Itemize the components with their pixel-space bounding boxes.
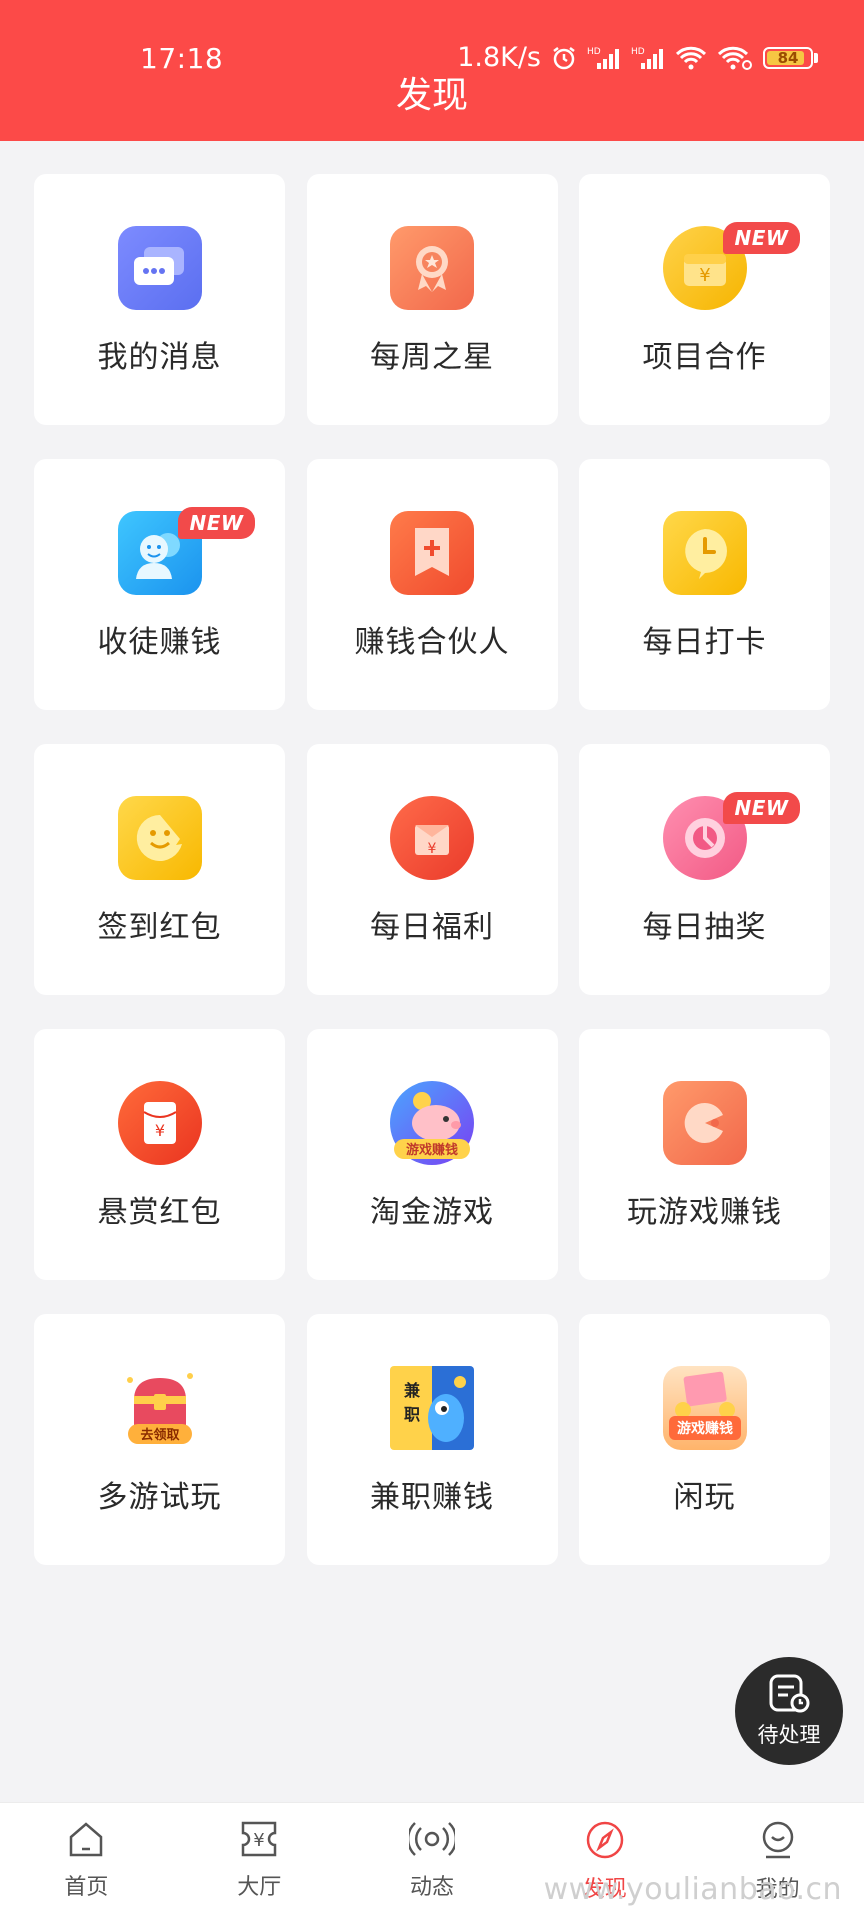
page-title: 发现 xyxy=(395,75,468,116)
feature-card[interactable]: 去领取 多游试玩 xyxy=(34,1314,285,1565)
feature-label: 每日抽奖 xyxy=(642,910,767,945)
feature-label: 收徒赚钱 xyxy=(97,625,222,660)
new-badge: NEW xyxy=(177,507,256,539)
recruit-icon: NEW xyxy=(117,507,256,595)
coins-icon: 游戏赚钱 xyxy=(662,1366,747,1450)
feature-label: 玩游戏赚钱 xyxy=(627,1195,782,1230)
compass-icon xyxy=(584,1819,626,1865)
new-badge: NEW xyxy=(722,222,801,254)
feature-card[interactable]: 赚钱合伙人 xyxy=(306,459,558,710)
nav-item-home[interactable]: 首页 xyxy=(0,1803,173,1920)
feature-label: 淘金游戏 xyxy=(370,1195,494,1230)
svg-text:¥: ¥ xyxy=(699,265,710,286)
svg-text:职: 职 xyxy=(404,1405,420,1424)
gold-pig-icon: 游戏赚钱 xyxy=(390,1081,474,1165)
partner-icon xyxy=(390,511,474,595)
feature-label: 每日福利 xyxy=(370,910,494,945)
broadcast-icon xyxy=(406,1819,458,1863)
feature-card[interactable]: ¥ 悬赏红包 xyxy=(34,1029,285,1280)
feature-card[interactable]: 游戏赚钱 淘金游戏 xyxy=(306,1029,558,1280)
feature-card[interactable]: 游戏赚钱 闲玩 xyxy=(579,1314,830,1565)
clock-icon xyxy=(662,511,747,595)
svg-text:¥: ¥ xyxy=(253,1830,264,1851)
feature-label: 悬赏红包 xyxy=(97,1195,222,1230)
feature-card[interactable]: 签到红包 xyxy=(34,744,285,995)
pending-button[interactable]: 待处理 xyxy=(735,1657,843,1765)
feature-label: 签到红包 xyxy=(97,910,222,945)
pending-task-icon xyxy=(769,1674,810,1713)
nav-item-broadcast[interactable]: 动态 xyxy=(346,1803,519,1920)
feature-card[interactable]: 玩游戏赚钱 xyxy=(579,1029,830,1280)
pending-label: 待处理 xyxy=(757,1723,821,1747)
treasure-chest-icon: 去领取 xyxy=(118,1366,202,1450)
feature-card[interactable]: NEW 每日抽奖 xyxy=(579,744,830,995)
feature-card[interactable]: 兼职兼职赚钱 xyxy=(306,1314,558,1565)
red-envelope-icon: ¥ xyxy=(117,1081,202,1165)
header-bar: 17:18 1.8K/s HD HD 84 发现 xyxy=(0,0,864,141)
gift-envelope-icon: ¥ xyxy=(390,796,474,880)
feature-label: 项目合作 xyxy=(642,340,767,375)
medal-icon xyxy=(390,226,474,310)
parttime-icon: 兼职 xyxy=(390,1366,474,1450)
svg-text:兼: 兼 xyxy=(404,1381,420,1400)
user-icon xyxy=(757,1819,799,1865)
svg-text:HD: HD xyxy=(631,47,645,57)
feature-label: 每周之星 xyxy=(370,340,494,375)
svg-text:¥: ¥ xyxy=(154,1121,164,1140)
svg-text:游戏赚钱: 游戏赚钱 xyxy=(677,1420,733,1437)
lottery-icon: NEW xyxy=(662,792,801,880)
new-badge: NEW xyxy=(722,792,801,824)
battery-level: 84 xyxy=(777,48,799,67)
feature-card[interactable]: NEW 收徒赚钱 xyxy=(34,459,285,710)
feature-card[interactable]: 我的消息 xyxy=(34,174,285,425)
feature-label: 闲玩 xyxy=(673,1480,736,1515)
feature-card[interactable]: 每周之星 xyxy=(306,174,558,425)
feature-label: 每日打卡 xyxy=(642,625,767,660)
svg-text:HD: HD xyxy=(587,47,601,57)
svg-text:游戏赚钱: 游戏赚钱 xyxy=(406,1142,458,1158)
feature-card[interactable]: 每日打卡 xyxy=(579,459,830,710)
home-icon xyxy=(66,1819,106,1863)
feature-label: 多游试玩 xyxy=(97,1480,222,1515)
chat-bubbles-icon xyxy=(117,226,202,310)
feature-grid: 我的消息 每周之星 ¥ NEW 项目合作 NEW 收徒赚钱 赚钱合伙人 每日打卡签到红包 ¥ 每日福… xyxy=(34,174,830,1565)
feature-card[interactable]: ¥ 每日福利 xyxy=(306,744,558,995)
feature-card[interactable]: ¥ NEW 项目合作 xyxy=(579,174,830,425)
feature-label: 兼职赚钱 xyxy=(370,1480,494,1515)
nav-label: 首页 xyxy=(64,1875,109,1900)
svg-text:去领取: 去领取 xyxy=(140,1427,180,1443)
feature-label: 我的消息 xyxy=(97,340,222,375)
nav-label: 动态 xyxy=(409,1875,454,1900)
svg-text:¥: ¥ xyxy=(428,841,437,857)
cooperation-icon: ¥ NEW xyxy=(662,222,801,310)
hall-icon: ¥ xyxy=(238,1819,280,1863)
watermark: www.youlianbao.cn xyxy=(543,1872,842,1907)
nav-label: 大厅 xyxy=(237,1875,282,1900)
feature-label: 赚钱合伙人 xyxy=(354,625,510,660)
game-pacman-icon xyxy=(662,1081,747,1165)
nav-item-hall[interactable]: ¥ 大厅 xyxy=(173,1803,346,1920)
smile-icon xyxy=(117,796,202,880)
